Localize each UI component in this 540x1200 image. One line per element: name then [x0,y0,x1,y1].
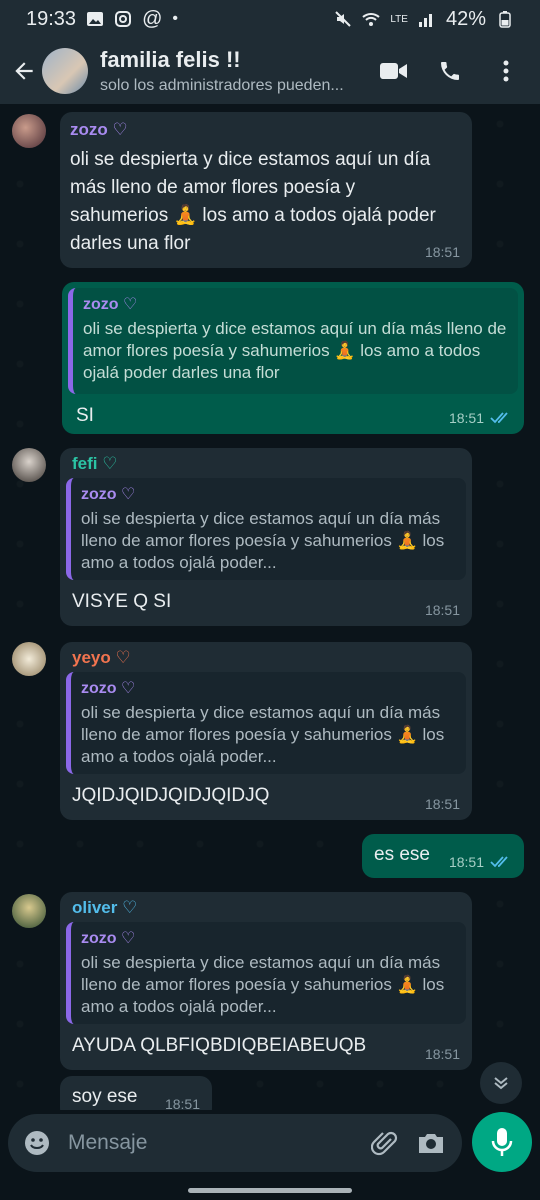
message-input[interactable]: Mensaje [68,1131,370,1155]
message-time-block: 18:51 [449,854,512,870]
message-composer: Mensaje [8,1114,462,1172]
message-text: oli se despierta y dice estamos aquí un … [70,149,436,254]
message-bubble[interactable]: soy ese 18:51 [60,1076,212,1110]
at-icon: @ [142,7,163,30]
message-bubble[interactable]: yeyo ♡ zozo ♡ oli se despierta y dice es… [60,642,472,820]
quoted-text: oli se despierta y dice estamos aquí un … [81,703,445,766]
signal-icon [418,14,432,27]
message-text: VISYE Q SI [72,591,172,612]
message-time: 18:51 [424,796,460,812]
instagram-icon [115,11,132,27]
message-bubble[interactable]: oliver ♡ zozo ♡ oli se despierta y dice … [60,892,472,1070]
attach-button[interactable] [370,1128,400,1158]
camera-button[interactable] [416,1128,446,1158]
message-time: 18:51 [424,244,460,260]
quoted-message[interactable]: zozo ♡ oli se despierta y dice estamos a… [68,288,518,394]
message-bubble[interactable]: es ese 18:51 [362,834,524,878]
message-time: 18:51 [448,854,484,870]
battery-percent: 42% [445,7,486,30]
mic-icon [491,1128,513,1156]
status-time: 19:33 [26,7,77,30]
message-time: 18:51 [164,1096,200,1110]
sender-name: fefi ♡ [72,454,118,473]
video-call-icon [380,63,407,79]
battery-icon [499,11,511,28]
message-bubble[interactable]: zozo ♡ oli se despierta y dice estamos a… [60,112,472,268]
chat-messages[interactable]: zozo ♡ oli se despierta y dice estamos a… [0,104,540,1110]
more-icon [503,60,509,82]
quoted-message[interactable]: zozo ♡ oli se despierta y dice estamos a… [66,922,466,1024]
chat-header: familia felis !! solo los administradore… [0,38,540,104]
emoji-icon [25,1131,49,1155]
wifi-icon [362,13,381,26]
home-handle[interactable] [188,1188,352,1193]
system-nav-bar [0,1180,540,1200]
dot-icon: • [172,10,178,27]
quoted-sender: zozo ♡ [81,930,136,947]
scroll-down-button[interactable] [480,1062,522,1104]
back-arrow-icon [15,62,33,80]
sender-name: oliver ♡ [72,898,138,917]
message-bubble[interactable]: zozo ♡ oli se despierta y dice estamos a… [62,282,524,434]
message-text: JQIDJQIDJQIDJQIDJQ [72,785,270,806]
lte-label: LTE [390,13,408,25]
double-check-icon [490,856,508,868]
quoted-message[interactable]: zozo ♡ oli se despierta y dice estamos a… [66,478,466,580]
sender-name: zozo ♡ [70,120,128,139]
voice-message-button[interactable] [472,1112,532,1172]
video-call-button[interactable] [380,57,408,85]
quoted-text: oli se despierta y dice estamos aquí un … [81,953,445,1016]
group-avatar[interactable] [42,48,88,94]
message-time: 18:51 [424,602,460,618]
message-time-block: 18:51 [449,410,512,426]
avatar-zozo[interactable] [12,114,46,148]
message-time: 18:51 [448,410,484,426]
chat-title: familia felis !! [100,47,241,72]
quoted-text: oli se despierta y dice estamos aquí un … [81,509,445,572]
message-bubble[interactable]: fefi ♡ zozo ♡ oli se despierta y dice es… [60,448,472,626]
quoted-sender: zozo ♡ [81,680,136,697]
quoted-sender: zozo ♡ [83,296,138,313]
sender-name: yeyo ♡ [72,648,131,667]
chat-subtitle: solo los administradores pueden... [100,77,344,94]
camera-icon [419,1134,443,1153]
back-button[interactable] [6,53,42,89]
more-options-button[interactable] [492,57,520,85]
status-bar: 19:33 @ • LTE 42% [0,0,540,38]
mute-icon [335,11,352,27]
quoted-text: oli se despierta y dice estamos aquí un … [83,319,507,382]
double-check-icon [490,412,508,424]
avatar-yeyo[interactable] [12,642,46,676]
quoted-sender: zozo ♡ [81,486,136,503]
message-text: AYUDA QLBFIQBDIQBEIABEUQB [72,1035,367,1056]
attach-icon [371,1131,398,1156]
avatar-fefi[interactable] [12,448,46,482]
emoji-button[interactable] [22,1128,52,1158]
message-time: 18:51 [424,1046,460,1062]
phone-icon [441,62,459,80]
chevron-down-icon [494,1077,508,1090]
quoted-message[interactable]: zozo ♡ oli se despierta y dice estamos a… [66,672,466,774]
avatar-oliver[interactable] [12,894,46,928]
chat-title-block[interactable]: familia felis !! solo los administradore… [100,47,370,95]
gallery-icon [87,12,104,26]
voice-call-button[interactable] [436,57,464,85]
